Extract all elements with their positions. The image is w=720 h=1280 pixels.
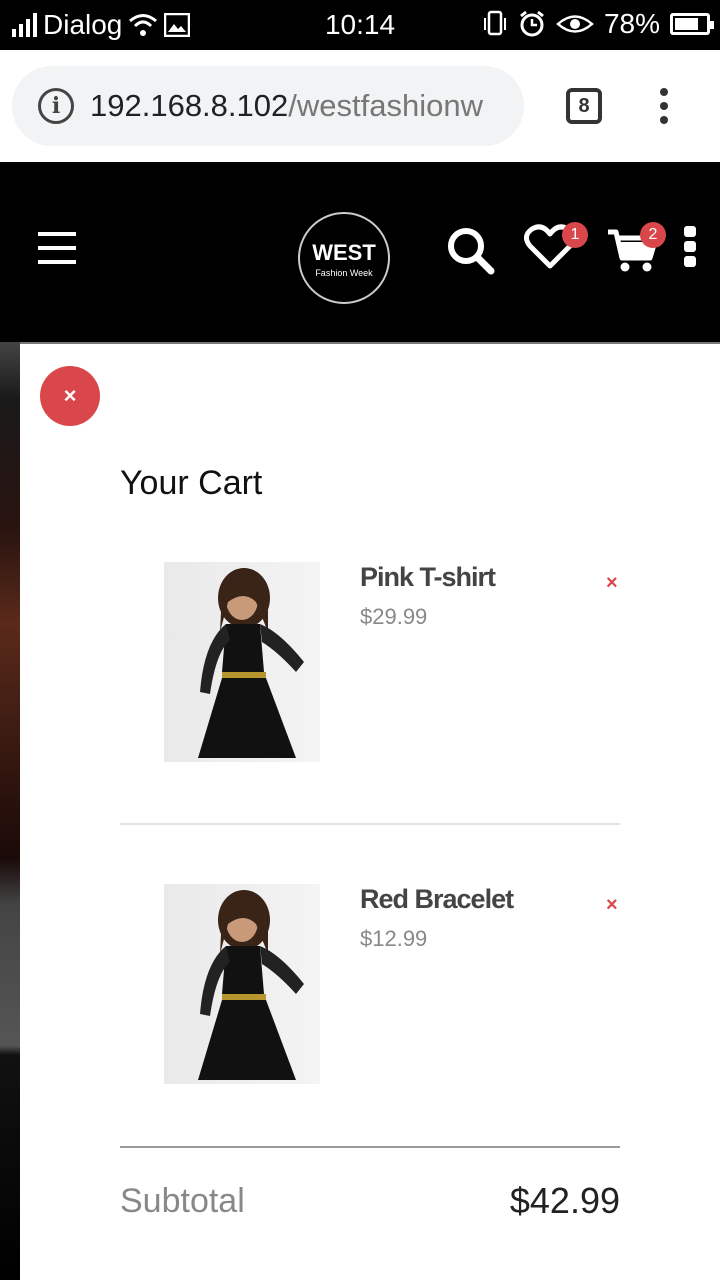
product-price: $29.99 (360, 604, 428, 629)
search-icon[interactable] (446, 226, 496, 276)
item-divider (120, 823, 620, 825)
status-bar: Dialog 10:14 78% (0, 0, 720, 50)
battery-percent: 78% (603, 8, 660, 39)
more-options-icon[interactable] (682, 226, 698, 268)
url-path: /westfashionw (288, 88, 483, 123)
cart-item: Red Bracelet $12.99 × (120, 884, 620, 1084)
product-name[interactable]: Pink T-shirt (360, 562, 496, 593)
alarm-icon (520, 10, 544, 37)
hamburger-menu-icon[interactable] (38, 232, 76, 264)
browser-menu-icon[interactable] (658, 88, 670, 124)
product-price: $12.99 (360, 926, 428, 951)
product-name[interactable]: Red Bracelet (360, 884, 514, 915)
url-host: 192.168.8.102 (90, 88, 289, 123)
product-image[interactable] (164, 562, 320, 762)
battery-icon (670, 13, 714, 35)
vibrate-icon (483, 10, 506, 36)
product-image[interactable] (164, 884, 320, 1084)
subtotal-divider (120, 1146, 620, 1148)
subtotal-label: Subtotal (120, 1182, 245, 1220)
browser-toolbar: i 192.168.8.102/westfashionw 8 (0, 50, 720, 162)
cart-button[interactable]: 2 (606, 222, 666, 276)
cart-count-badge: 2 (640, 222, 666, 248)
page-backdrop (0, 342, 20, 1280)
logo-text: WEST (312, 240, 376, 265)
cart-drawer: × Your Cart Pink T-shirt $29.99 × Red Br… (20, 342, 720, 1280)
site-logo[interactable]: WEST Fashion Week (298, 212, 390, 304)
address-bar[interactable]: i 192.168.8.102/westfashionw (12, 66, 524, 146)
subtotal-value: $42.99 (509, 1180, 620, 1221)
eye-icon (556, 15, 594, 33)
cart-item: Pink T-shirt $29.99 × (120, 562, 620, 762)
cart-title: Your Cart (120, 464, 263, 502)
info-icon[interactable]: i (38, 88, 74, 124)
remove-item-icon[interactable]: × (606, 894, 618, 917)
tab-switcher-button[interactable]: 8 (566, 88, 602, 124)
url-text[interactable]: 192.168.8.102/westfashionw (90, 88, 483, 124)
logo-subtext: Fashion Week (315, 268, 373, 278)
wishlist-count-badge: 1 (562, 222, 588, 248)
site-header: WEST Fashion Week 1 2 (0, 162, 720, 342)
remove-item-icon[interactable]: × (606, 572, 618, 595)
close-cart-button[interactable]: × (40, 366, 100, 426)
wishlist-button[interactable]: 1 (524, 222, 588, 274)
